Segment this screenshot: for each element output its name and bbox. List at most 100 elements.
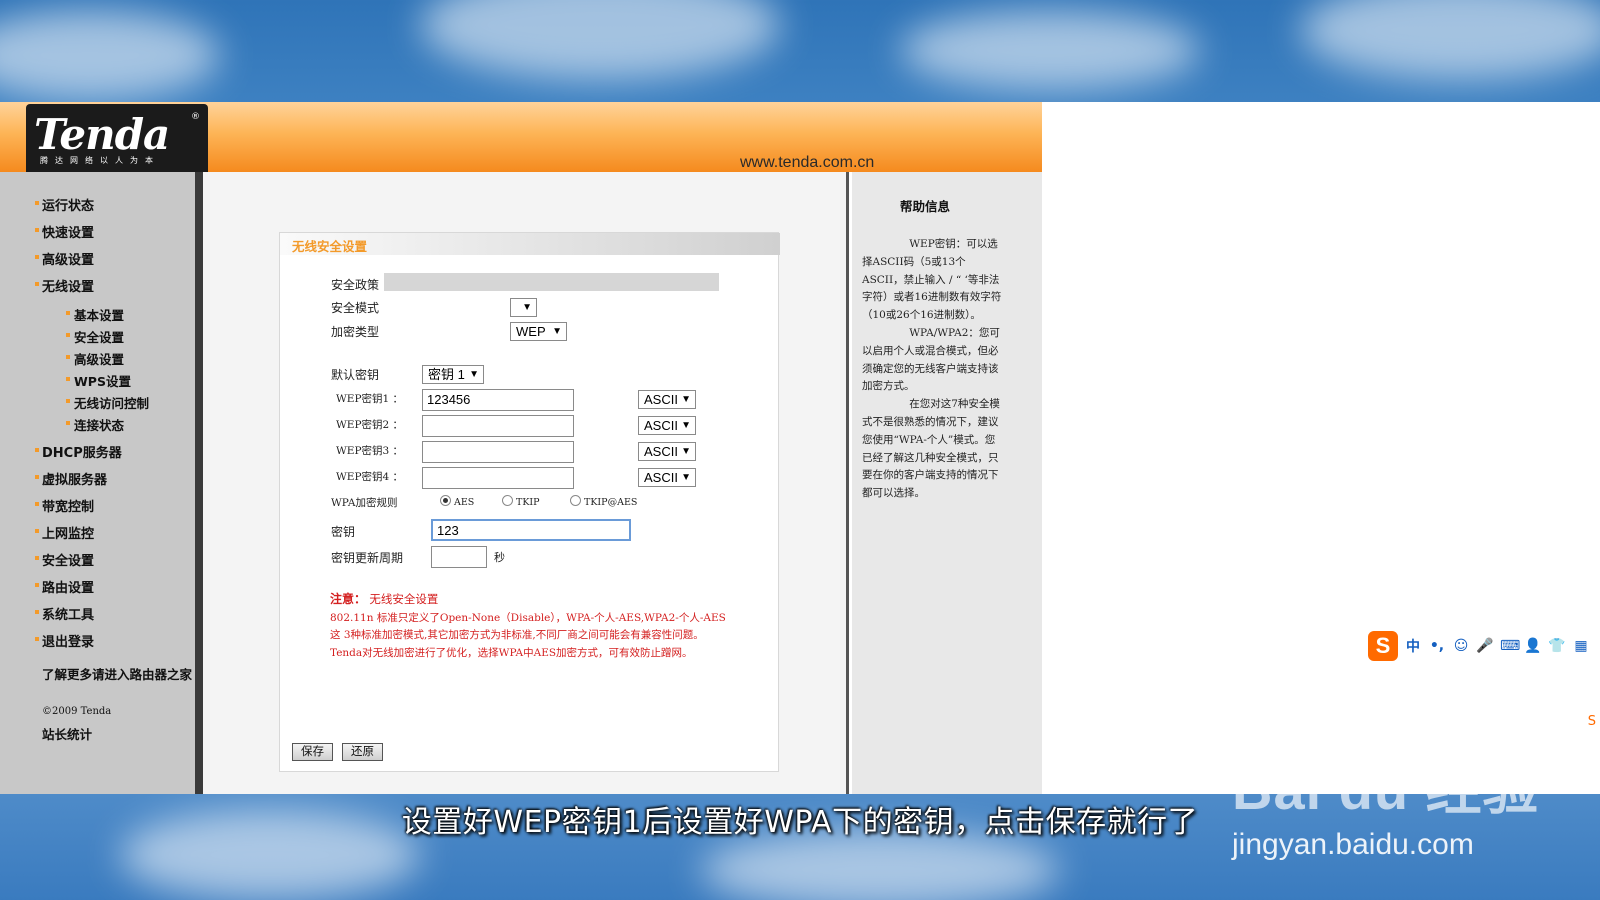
chevron-down-icon: ▼ xyxy=(469,369,479,380)
baidu-watermark-url: jingyan.baidu.com xyxy=(1232,828,1474,861)
encrypt-type-select[interactable]: WEP ▼ xyxy=(510,322,567,341)
keyboard-icon[interactable]: ⌨ xyxy=(1500,638,1520,654)
logo-slogan: 腾达网络以人为本 xyxy=(40,156,160,165)
nav-item-dhcp[interactable]: DHCP服务器 xyxy=(35,442,122,461)
browser-window: Tenda ® 腾达网络以人为本 www.tenda.com.cn 运行状态 快… xyxy=(0,102,1600,794)
user-icon[interactable]: 👤 xyxy=(1524,638,1542,654)
chevron-down-icon: ▼ xyxy=(681,446,691,457)
nav-sub-basic[interactable]: 基本设置 xyxy=(65,305,124,324)
wep-key4-type-value: ASCII xyxy=(644,470,678,485)
security-mode-select[interactable]: ▼ xyxy=(510,298,537,317)
wpa-rule-label: WPA加密规则 xyxy=(331,497,398,509)
chevron-down-icon: ▼ xyxy=(552,326,562,337)
restore-button[interactable]: 还原 xyxy=(342,743,383,761)
wep-key1-type-value: ASCII xyxy=(644,392,678,407)
nav-item-logout[interactable]: 退出登录 xyxy=(34,631,94,650)
help-text: WEP密钥：可以选择ASCII码（5或13个ASCII，禁止输入 / “ ‘等非… xyxy=(862,236,1004,503)
policy-bar xyxy=(384,273,719,291)
nav-more-link[interactable]: 了解更多请进入路由器之家 xyxy=(42,666,202,684)
nav-item-wireless[interactable]: 无线设置 xyxy=(34,276,94,295)
wep-key2-type-value: ASCII xyxy=(644,418,678,433)
policy-label: 安全政策 xyxy=(331,278,380,292)
note-line-2: Tenda对无线加密进行了优化，选择WPA中AES加密方式，可有效防止蹭网。 xyxy=(330,646,693,659)
key-label: 密钥 xyxy=(331,525,356,539)
wep-key1-input[interactable]: 123456 xyxy=(422,389,574,411)
wep-key2-label: WEP密钥2 ： xyxy=(336,419,404,431)
cloud-decoration xyxy=(900,10,1200,90)
chevron-down-icon: ▼ xyxy=(681,472,691,483)
nav-sub-advanced[interactable]: 高级设置 xyxy=(65,349,124,368)
cloud-decoration xyxy=(0,10,220,100)
nav-item-advanced[interactable]: 高级设置 xyxy=(34,249,94,268)
nav-item-system-tools[interactable]: 系统工具 xyxy=(34,604,94,623)
nav-item-monitor[interactable]: 上网监控 xyxy=(34,523,94,542)
default-key-value: 密钥 1 xyxy=(428,367,465,382)
wep-key3-label: WEP密钥3 ： xyxy=(336,445,404,457)
registered-icon: ® xyxy=(191,112,200,122)
sogou-side-icon[interactable]: S xyxy=(1588,714,1596,729)
note-subtitle: 无线安全设置 xyxy=(369,592,439,606)
wep-key2-input[interactable] xyxy=(422,415,574,437)
wep-key4-input[interactable] xyxy=(422,467,574,489)
nav-sub-access-control[interactable]: 无线访问控制 xyxy=(65,393,149,412)
wpa-tkip-label: TKIP xyxy=(516,497,540,508)
renew-unit: 秒 xyxy=(494,551,505,564)
wep-key3-type-select[interactable]: ASCII ▼ xyxy=(638,442,696,461)
chevron-down-icon: ▼ xyxy=(522,302,532,313)
logo-text: Tenda xyxy=(34,110,170,159)
chevron-down-icon: ▼ xyxy=(681,420,691,431)
cloud-decoration xyxy=(1300,0,1600,80)
save-button[interactable]: 保存 xyxy=(292,743,333,761)
chinese-mode-icon[interactable]: 中 xyxy=(1404,636,1422,656)
nav-sub-wps[interactable]: WPS设置 xyxy=(66,371,131,390)
nav-item-virtual-server[interactable]: 虚拟服务器 xyxy=(34,469,107,488)
help-paragraph-wep: WEP密钥：可以选择ASCII码（5或13个ASCII，禁止输入 / “ ‘等非… xyxy=(862,238,1002,322)
wpa-tkip-aes-radio[interactable] xyxy=(570,495,581,506)
wep-key2-type-select[interactable]: ASCII ▼ xyxy=(638,416,696,435)
nav-stats-link[interactable]: 站长统计 xyxy=(42,724,92,743)
microphone-icon[interactable]: 🎤 xyxy=(1476,638,1494,654)
wep-key4-type-select[interactable]: ASCII ▼ xyxy=(638,468,696,487)
nav-item-quick-setup[interactable]: 快速设置 xyxy=(34,222,94,241)
wpa-aes-label: AES xyxy=(454,497,475,508)
nav-item-bandwidth[interactable]: 带宽控制 xyxy=(34,496,94,515)
left-nav: 运行状态 快速设置 高级设置 无线设置 基本设置 安全设置 高级设置 WPS设置… xyxy=(0,172,203,794)
nav-item-status[interactable]: 运行状态 xyxy=(34,195,94,214)
tenda-logo: Tenda ® 腾达网络以人为本 xyxy=(26,104,208,172)
encrypt-type-value: WEP xyxy=(516,324,546,339)
nav-sub-connection-status[interactable]: 连接状态 xyxy=(65,415,124,434)
wep-key4-label: WEP密钥4 ： xyxy=(336,471,404,483)
wep-key1-label: WEP密钥1 ： xyxy=(336,393,404,405)
emoji-icon[interactable]: ☺ xyxy=(1452,638,1470,654)
cloud-decoration xyxy=(420,0,780,80)
wep-key1-type-select[interactable]: ASCII ▼ xyxy=(638,390,696,409)
nav-copyright: ©2009 Tenda xyxy=(42,706,112,717)
note-title: 注意： xyxy=(330,592,367,606)
help-paragraph-advice: 在您对这7种安全模式不是很熟悉的情况下，建议您使用“WPA-个人”模式。您已经了… xyxy=(862,398,1000,500)
nav-item-routing[interactable]: 路由设置 xyxy=(34,577,94,596)
ime-toolbar: S 中 •, ☺ 🎤 ⌨ 👤 👕 ▦ xyxy=(1368,630,1596,662)
sogou-logo-icon[interactable]: S xyxy=(1368,631,1398,661)
toolbox-icon[interactable]: ▦ xyxy=(1572,638,1590,654)
content-area: 无线安全设置 安全政策 安全模式 ▼ 加密类型 WEP ▼ 默认密钥 密钥 1 … xyxy=(203,172,849,794)
mode-label: 安全模式 xyxy=(331,301,380,315)
wpa-key-input[interactable]: 123 xyxy=(431,519,631,541)
wep-key3-input[interactable] xyxy=(422,441,574,463)
wpa-tkip-radio[interactable] xyxy=(502,495,513,506)
panel-title: 无线安全设置 xyxy=(280,233,780,255)
nav-sub-security[interactable]: 安全设置 xyxy=(65,327,124,346)
default-key-select[interactable]: 密钥 1 ▼ xyxy=(422,365,484,384)
help-panel: 帮助信息 WEP密钥：可以选择ASCII码（5或13个ASCII，禁止输入 / … xyxy=(852,172,1042,794)
security-note: 注意： 无线安全设置 802.11n 标准只定义了Open-None（Disab… xyxy=(330,591,730,662)
wpa-aes-radio[interactable] xyxy=(440,495,451,506)
nav-item-security[interactable]: 安全设置 xyxy=(34,550,94,569)
help-paragraph-wpa: WPA/WPA2：您可以启用个人或混合模式，但必须确定您的无线客户端支持该加密方… xyxy=(862,326,1000,393)
site-url[interactable]: www.tenda.com.cn xyxy=(740,154,874,172)
router-header: Tenda ® 腾达网络以人为本 www.tenda.com.cn xyxy=(0,102,1042,172)
help-title: 帮助信息 xyxy=(900,199,951,214)
punctuation-icon[interactable]: •, xyxy=(1428,638,1446,654)
skin-icon[interactable]: 👕 xyxy=(1548,638,1566,654)
renew-period-input[interactable] xyxy=(431,546,487,568)
chevron-down-icon: ▼ xyxy=(681,394,691,405)
note-line-1: 802.11n 标准只定义了Open-None（Disable），WPA-个人-… xyxy=(330,611,726,642)
